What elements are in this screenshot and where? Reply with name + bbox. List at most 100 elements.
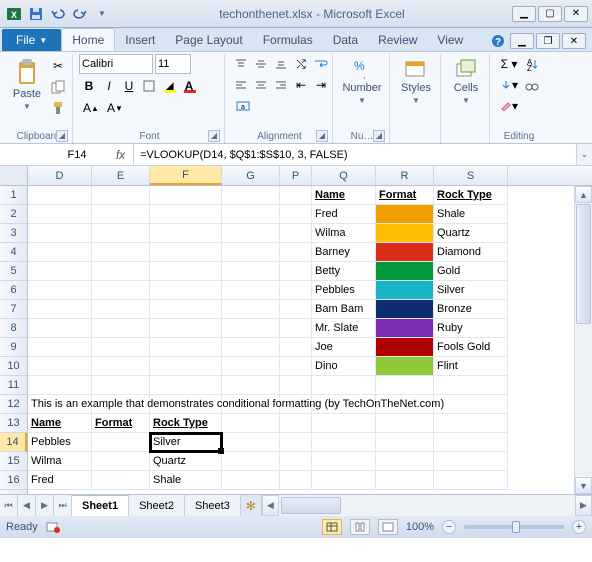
cell-G13[interactable] bbox=[222, 414, 280, 433]
cell-R6[interactable] bbox=[376, 281, 434, 300]
sort-filter-button[interactable]: AZ bbox=[522, 54, 542, 74]
cell-S13[interactable] bbox=[434, 414, 508, 433]
row-header-16[interactable]: 16 bbox=[0, 471, 27, 490]
cell-E4[interactable] bbox=[92, 243, 150, 262]
cell-Q8[interactable]: Mr. Slate bbox=[312, 319, 376, 338]
close-button[interactable]: ✕ bbox=[564, 6, 588, 22]
cell-D9[interactable] bbox=[28, 338, 92, 357]
restore-window-button[interactable]: ❐ bbox=[536, 33, 560, 49]
col-header-P[interactable]: P bbox=[280, 166, 312, 185]
cell-S11[interactable] bbox=[434, 376, 508, 395]
align-middle-button[interactable] bbox=[251, 54, 271, 74]
select-all-corner[interactable] bbox=[0, 166, 28, 185]
cell-E16[interactable] bbox=[92, 471, 150, 490]
horizontal-scrollbar[interactable]: ◀ ▶ bbox=[261, 495, 592, 516]
excel-icon[interactable]: X bbox=[4, 4, 24, 24]
align-center-button[interactable] bbox=[251, 75, 271, 95]
scroll-right-button[interactable]: ▶ bbox=[575, 495, 592, 516]
cell-F5[interactable] bbox=[150, 262, 222, 281]
cell-D16[interactable]: Fred bbox=[28, 471, 92, 490]
cell-P7[interactable] bbox=[280, 300, 312, 319]
cell-G1[interactable] bbox=[222, 186, 280, 205]
cell-R8[interactable] bbox=[376, 319, 434, 338]
view-normal-button[interactable] bbox=[322, 519, 342, 535]
tab-nav-last[interactable]: ⏭ bbox=[54, 495, 72, 516]
cell-F16[interactable]: Shale bbox=[150, 471, 222, 490]
tab-home[interactable]: Home bbox=[61, 28, 115, 51]
cell-F10[interactable] bbox=[150, 357, 222, 376]
cell-D2[interactable] bbox=[28, 205, 92, 224]
row-header-12[interactable]: 12 bbox=[0, 395, 27, 414]
cell-R7[interactable] bbox=[376, 300, 434, 319]
cell-R3[interactable] bbox=[376, 224, 434, 243]
alignment-dialog-launcher[interactable]: ◢ bbox=[316, 130, 328, 142]
row-header-4[interactable]: 4 bbox=[0, 243, 27, 262]
cell-S16[interactable] bbox=[434, 471, 508, 490]
merge-center-button[interactable]: a bbox=[231, 96, 255, 116]
cell-G4[interactable] bbox=[222, 243, 280, 262]
cell-F3[interactable] bbox=[150, 224, 222, 243]
zoom-level[interactable]: 100% bbox=[406, 521, 434, 533]
cell-P15[interactable] bbox=[280, 452, 312, 471]
cell-F13[interactable]: Rock Type bbox=[150, 414, 222, 433]
view-page-break-button[interactable] bbox=[378, 519, 398, 535]
row-header-14[interactable]: 14 bbox=[0, 433, 27, 452]
help-icon[interactable]: ? bbox=[488, 31, 508, 51]
cell-G10[interactable] bbox=[222, 357, 280, 376]
align-top-button[interactable] bbox=[231, 54, 251, 74]
row-header-11[interactable]: 11 bbox=[0, 376, 27, 395]
cell-Q16[interactable] bbox=[312, 471, 376, 490]
number-dialog-launcher[interactable]: ◢ bbox=[373, 130, 385, 142]
scroll-left-button[interactable]: ◀ bbox=[262, 495, 279, 516]
underline-button[interactable]: U bbox=[119, 76, 139, 96]
cell-Q9[interactable]: Joe bbox=[312, 338, 376, 357]
cell-S10[interactable]: Flint bbox=[434, 357, 508, 376]
cell-F14[interactable]: Silver bbox=[150, 433, 222, 452]
cell-E6[interactable] bbox=[92, 281, 150, 300]
cell-G11[interactable] bbox=[222, 376, 280, 395]
paste-button[interactable]: Paste ▼ bbox=[8, 54, 46, 111]
cell-Q14[interactable] bbox=[312, 433, 376, 452]
cell-P10[interactable] bbox=[280, 357, 312, 376]
cells-button[interactable]: Cells ▼ bbox=[447, 54, 485, 105]
cell-R2[interactable] bbox=[376, 205, 434, 224]
cell-G8[interactable] bbox=[222, 319, 280, 338]
clear-button[interactable]: ▾ bbox=[496, 96, 522, 116]
cell-Q7[interactable]: Bam Bam bbox=[312, 300, 376, 319]
cell-G3[interactable] bbox=[222, 224, 280, 243]
orientation-button[interactable]: ⤭ bbox=[291, 54, 311, 74]
cell-P5[interactable] bbox=[280, 262, 312, 281]
cell-P8[interactable] bbox=[280, 319, 312, 338]
cell-D1[interactable] bbox=[28, 186, 92, 205]
cell-Q6[interactable]: Pebbles bbox=[312, 281, 376, 300]
cell-R9[interactable] bbox=[376, 338, 434, 357]
cell-D13[interactable]: Name bbox=[28, 414, 92, 433]
align-bottom-button[interactable] bbox=[271, 54, 291, 74]
cell-P13[interactable] bbox=[280, 414, 312, 433]
cell-R1[interactable]: Format bbox=[376, 186, 434, 205]
cell-E9[interactable] bbox=[92, 338, 150, 357]
col-header-E[interactable]: E bbox=[92, 166, 150, 185]
cell-P14[interactable] bbox=[280, 433, 312, 452]
cell-D8[interactable] bbox=[28, 319, 92, 338]
formula-input[interactable] bbox=[134, 144, 576, 165]
col-header-Q[interactable]: Q bbox=[312, 166, 376, 185]
cell-S4[interactable]: Diamond bbox=[434, 243, 508, 262]
cell-Q1[interactable]: Name bbox=[312, 186, 376, 205]
cell-S6[interactable]: Silver bbox=[434, 281, 508, 300]
row-header-5[interactable]: 5 bbox=[0, 262, 27, 281]
cell-Q13[interactable] bbox=[312, 414, 376, 433]
row-header-8[interactable]: 8 bbox=[0, 319, 27, 338]
shrink-font-button[interactable]: A▼ bbox=[103, 98, 127, 118]
wrap-text-button[interactable] bbox=[311, 54, 331, 74]
cell-P9[interactable] bbox=[280, 338, 312, 357]
clipboard-dialog-launcher[interactable]: ◢ bbox=[56, 130, 68, 142]
cell-Q15[interactable] bbox=[312, 452, 376, 471]
minimize-button[interactable]: ▁ bbox=[512, 6, 536, 22]
cell-E5[interactable] bbox=[92, 262, 150, 281]
sheet-tab-sheet2[interactable]: Sheet2 bbox=[129, 495, 185, 516]
bold-button[interactable]: B bbox=[79, 76, 99, 96]
cell-D6[interactable] bbox=[28, 281, 92, 300]
col-header-D[interactable]: D bbox=[28, 166, 92, 185]
cell-E15[interactable] bbox=[92, 452, 150, 471]
